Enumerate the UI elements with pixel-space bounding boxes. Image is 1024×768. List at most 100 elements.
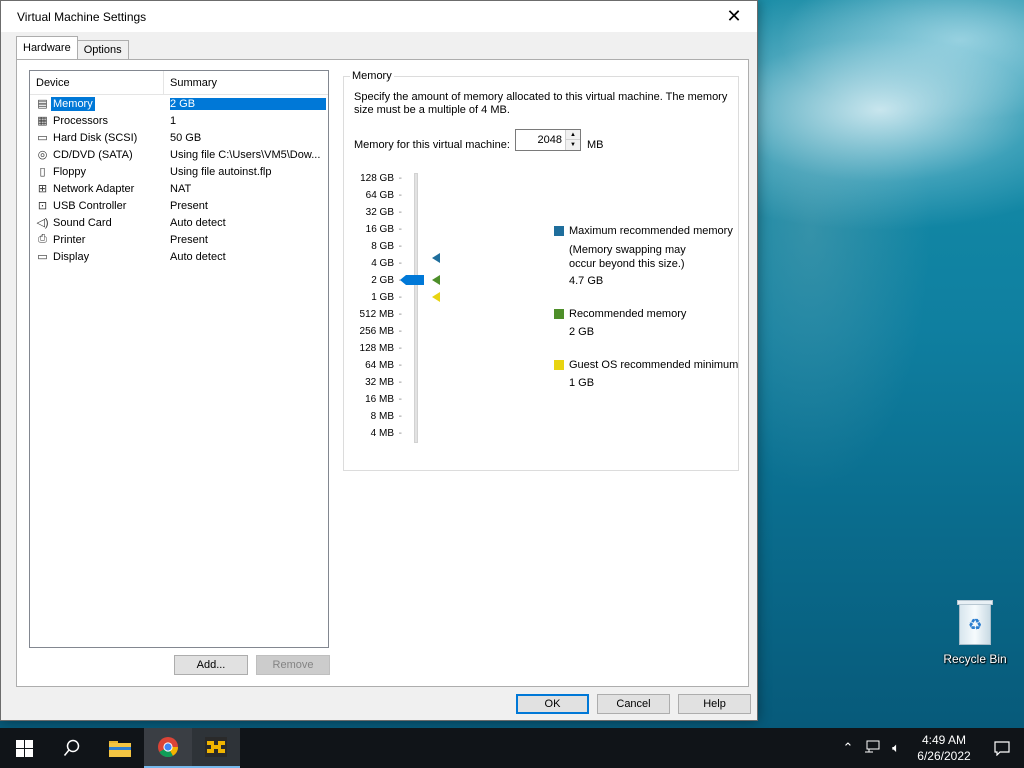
vmware-button[interactable] <box>192 728 240 768</box>
scale-label-text: 32 MB <box>365 377 394 388</box>
scale-label-text: 64 MB <box>365 360 394 371</box>
chevron-up-icon[interactable]: ⌃ <box>836 740 860 756</box>
notification-button[interactable] <box>980 740 1024 756</box>
spin-down-button[interactable]: ▼ <box>566 140 580 150</box>
close-button[interactable]: ✕ <box>711 1 757 32</box>
device-name: CD/DVD (SATA) <box>53 148 133 161</box>
ok-button[interactable]: OK <box>516 694 589 714</box>
device-name: Display <box>53 250 90 263</box>
spin-up-button[interactable]: ▲ <box>566 130 580 140</box>
legend-title: Maximum recommended memory <box>569 225 733 237</box>
file-explorer-button[interactable] <box>96 728 144 768</box>
chrome-icon <box>158 737 179 758</box>
scale-label-text: 512 MB <box>359 309 394 320</box>
scale-label: 1 GB - <box>371 292 402 303</box>
vmware-icon <box>205 737 227 757</box>
chevron-down-icon: ▼ <box>570 142 576 148</box>
device-cell: ⊡ USB Controller <box>30 199 170 213</box>
scale-label: 512 MB - <box>359 309 402 320</box>
volume-icon[interactable]: 🔈︎ <box>884 740 908 756</box>
device-summary: Present <box>170 233 208 246</box>
network-icon[interactable] <box>860 740 884 757</box>
scale-label: 32 MB - <box>365 377 402 388</box>
scale-label-text: 1 GB <box>371 292 394 303</box>
device-list[interactable]: Device Summary ▤ Memory 2 GB ▦ Processors 1 ▭ H… <box>29 70 329 648</box>
scale-label: 16 GB - <box>365 224 402 235</box>
device-rows: ▤ Memory 2 GB ▦ Processors 1 ▭ Hard Disk (SCSI)… <box>30 95 328 265</box>
device-row[interactable]: ◁) Sound Card Auto detect <box>30 214 328 231</box>
scale-label-text: 2 GB <box>371 275 394 286</box>
help-button[interactable]: Help <box>678 694 751 714</box>
clock[interactable]: 4:49 AM 6/26/2022 <box>908 732 980 764</box>
device-cell: ▯ Floppy <box>30 165 170 179</box>
scale-label-text: 8 MB <box>370 411 394 422</box>
device-row[interactable]: ▦ Processors 1 <box>30 112 328 129</box>
hard-disk-icon: ▭ <box>37 132 48 144</box>
scale-label: 2 GB- <box>334 275 402 286</box>
dialog-titlebar: Virtual Machine Settings ✕ <box>1 1 757 32</box>
chrome-button[interactable] <box>144 728 192 768</box>
memory-slider-track[interactable] <box>414 173 418 443</box>
legend-value: 1 GB <box>569 377 595 389</box>
device-cell: ▤ Memory <box>30 96 170 111</box>
cancel-button[interactable]: Cancel <box>597 694 670 714</box>
search-button[interactable] <box>48 728 96 768</box>
memory-slider-thumb[interactable] <box>400 275 424 285</box>
device-row[interactable]: ▭ Display Auto detect <box>30 248 328 265</box>
device-summary: 50 GB <box>170 131 202 144</box>
scale-label-text: 128 MB <box>359 343 394 354</box>
legend-note: (Memory swapping may occur beyond this s… <box>569 244 686 270</box>
tab-hardware[interactable]: Hardware <box>16 36 78 59</box>
remove-device-button[interactable]: Remove <box>256 655 330 675</box>
device-row[interactable]: ▯ Floppy Using file autoinst.flp <box>30 163 328 180</box>
device-summary: Using file C:\Users\VM5\Dow... <box>170 148 321 161</box>
memory-spinbox[interactable]: 2048 ▲ ▼ <box>515 129 581 151</box>
scale-label: 4 GB - <box>371 258 402 269</box>
legend-swatch <box>554 360 564 370</box>
device-summary: Auto detect <box>170 216 226 229</box>
device-summary: 2 GB <box>170 97 326 110</box>
device-row[interactable]: ▤ Memory 2 GB <box>30 95 328 112</box>
search-icon <box>63 739 80 756</box>
device-name: Hard Disk (SCSI) <box>53 131 138 144</box>
device-cell: ⎙ Printer <box>30 233 170 247</box>
system-tray: ⌃ 🔈︎ 4:49 AM 6/26/2022 <box>836 728 1024 768</box>
sound-card-icon: ◁) <box>36 217 49 229</box>
memory-value[interactable]: 2048 <box>538 134 562 146</box>
device-row[interactable]: ⊞ Network Adapter NAT <box>30 180 328 197</box>
device-summary: Auto detect <box>170 250 226 263</box>
add-device-button[interactable]: Add... <box>174 655 248 675</box>
notification-icon <box>994 740 1010 756</box>
device-summary: 1 <box>170 114 177 127</box>
recycle-bin-label: Recycle Bin <box>943 652 1007 666</box>
device-cell: ⊞ Network Adapter <box>30 182 170 196</box>
device-row[interactable]: ⊡ USB Controller Present <box>30 197 328 214</box>
scale-label-text: 128 GB <box>360 173 394 184</box>
scale-label-text: 16 GB <box>365 224 394 235</box>
device-cell: ▭ Display <box>30 250 170 264</box>
processor-icon: ▦ <box>37 115 48 127</box>
device-row[interactable]: ⎙ Printer Present <box>30 231 328 248</box>
floppy-icon: ▯ <box>39 166 46 178</box>
device-summary: Using file autoinst.flp <box>170 165 272 178</box>
device-name: Sound Card <box>53 216 112 229</box>
scale-label: 256 MB - <box>359 326 402 337</box>
recycle-bin[interactable]: ♻ Recycle Bin <box>938 600 1012 666</box>
summary-column-header[interactable]: Summary <box>164 71 217 94</box>
device-column-header[interactable]: Device <box>30 71 164 94</box>
scale-label-text: 32 GB <box>365 207 394 218</box>
device-row[interactable]: ◎ CD/DVD (SATA) Using file C:\Users\VM5\Do… <box>30 146 328 163</box>
printer-icon: ⎙ <box>38 233 47 245</box>
start-button[interactable] <box>0 728 48 768</box>
device-cell: ▦ Processors <box>30 114 170 128</box>
device-row[interactable]: ▭ Hard Disk (SCSI) 50 GB <box>30 129 328 146</box>
scale-label-text: 64 GB <box>365 190 394 201</box>
scale-label: 128 MB - <box>359 343 402 354</box>
memory-group: Memory Specify the amount of memory allo… <box>343 70 739 471</box>
usb-controller-icon: ⊡ <box>37 200 48 212</box>
scale-label-text: 256 MB <box>359 326 394 337</box>
device-cell: ◎ CD/DVD (SATA) <box>30 148 170 162</box>
scale-label-text: 8 GB <box>371 241 394 252</box>
tab-options[interactable]: Options <box>76 40 129 59</box>
device-list-header: Device Summary <box>30 71 328 95</box>
